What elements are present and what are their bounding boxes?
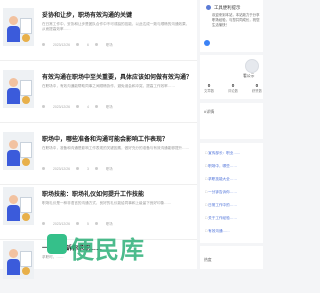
notice-body: 欢迎来到本站，本站致力于分享职场经验，与您共同成长，祝您生活愉快！ bbox=[212, 13, 260, 27]
eye-icon bbox=[75, 105, 79, 108]
tag-icon bbox=[94, 43, 98, 46]
list-item[interactable]: 妥协和让步，职场有效沟通的关键 在日常工作中，妥协和让步是团队合作中不可或缺的技… bbox=[0, 0, 197, 61]
article-date: 2023/12/26 bbox=[53, 221, 70, 226]
article-date: 2023/12/26 bbox=[53, 166, 70, 171]
article-meta: 2023/12/26 3 职场 bbox=[42, 166, 192, 171]
tag-icon bbox=[94, 222, 98, 225]
eye-icon bbox=[75, 43, 79, 46]
article-title[interactable]: 妥协和让步，职场有效沟通的关键 bbox=[42, 10, 194, 19]
tag-icon bbox=[94, 167, 98, 170]
eye-icon bbox=[75, 222, 79, 225]
article-excerpt: 在职场中，有效沟通能帮助同事之间顺畅协作，避免误会和冲突，提高工作效率…… bbox=[42, 84, 175, 88]
article-thumbnail[interactable] bbox=[3, 8, 34, 46]
tag-box: #详情 bbox=[200, 103, 263, 139]
article-category[interactable]: 职场 bbox=[106, 104, 113, 109]
sidebar: 工具便利提示 欢迎来到本站，本站致力于分享职场经验，与您共同成长，祝您生活愉快！… bbox=[200, 0, 263, 269]
article-views: 4 bbox=[86, 104, 89, 109]
sidebar-link[interactable]: 日常工作中的…… bbox=[205, 203, 261, 208]
notice-title: 工具便利提示 bbox=[214, 5, 241, 10]
avatar[interactable] bbox=[245, 59, 259, 73]
sidebar-link[interactable]: 宣传部长：职业…… bbox=[205, 151, 261, 156]
calendar-icon bbox=[42, 222, 45, 225]
user-stats: 0 文章数 0 评论数 0 获赞数 bbox=[204, 83, 262, 93]
sidebar-link[interactable]: 有效沟通…… bbox=[205, 229, 261, 234]
article-list: 妥协和让步，职场有效沟通的关键 在日常工作中，妥协和让步是团队合作中不可或缺的技… bbox=[0, 0, 197, 279]
sidebar-link[interactable]: 一分钟告诉你…… bbox=[205, 190, 261, 195]
article-views: 5 bbox=[86, 221, 89, 226]
article-thumbnail[interactable] bbox=[3, 241, 34, 279]
related-links: 宣传部长：职业…… 职场中，哪些…… 求职技能大全…… 一分钟告诉你…… 日常工… bbox=[200, 143, 263, 243]
eye-icon bbox=[75, 167, 79, 170]
info-icon bbox=[206, 5, 211, 10]
list-item[interactable]: 职场中，哪些准备和沟通可能会影响工作表现？ 在职场中，准备和沟通是影响工作表现的… bbox=[0, 124, 197, 185]
article-category[interactable]: 职场 bbox=[106, 221, 113, 226]
article-meta: 2023/12/26 5 职场 bbox=[42, 221, 192, 226]
sidebar-link[interactable]: 职场中，哪些…… bbox=[205, 164, 261, 169]
article-title[interactable]: 职场技能：职场礼仪如何提升工作技能 bbox=[42, 189, 194, 198]
user-name[interactable]: 看公示 bbox=[243, 74, 254, 79]
calendar-icon bbox=[42, 105, 45, 108]
article-title[interactable]: 有效沟通在职场中至关重要，具体应该如何做有效沟通？ bbox=[42, 72, 194, 81]
article-views: 6 bbox=[86, 42, 89, 47]
tag-icon bbox=[94, 105, 98, 108]
stat-likes: 0 获赞数 bbox=[251, 83, 262, 93]
stat-articles: 0 文章数 bbox=[204, 83, 215, 93]
calendar-icon bbox=[42, 43, 45, 46]
watermark-logo bbox=[47, 234, 67, 254]
article-excerpt: 在职场中，准备和沟通是影响工作表现的关键因素，做好充分的准备与有效沟通能够提升…… bbox=[42, 146, 190, 150]
article-excerpt: 在日常工作中，妥协和让步是团队合作中不可或缺的技能，以此达成一致与顺畅的沟通效果… bbox=[42, 22, 190, 31]
watermark: 便民库 bbox=[70, 237, 145, 264]
article-views: 3 bbox=[86, 166, 89, 171]
list-item[interactable]: 有效沟通在职场中至关重要，具体应该如何做有效沟通？ 在职场中，有效沟通能帮助同事… bbox=[0, 62, 197, 123]
article-meta: 2023/12/26 4 职场 bbox=[42, 104, 192, 109]
article-title[interactable]: 职场中，哪些准备和沟通可能会影响工作表现？ bbox=[42, 134, 194, 143]
tag-box-label[interactable]: #详情 bbox=[204, 109, 214, 115]
article-category[interactable]: 职场 bbox=[106, 42, 113, 47]
article-meta: 2023/12/26 6 职场 bbox=[42, 42, 192, 47]
stat-comments: 0 评论数 bbox=[227, 83, 239, 93]
profile-card: 看公示 0 文章数 0 评论数 0 获赞数 bbox=[200, 55, 263, 99]
sidebar-link[interactable]: 求职技能大全…… bbox=[205, 177, 261, 182]
article-thumbnail[interactable] bbox=[3, 187, 34, 225]
notice-panel: 工具便利提示 欢迎来到本站，本站致力于分享职场经验，与您共同成长，祝您生活愉快！ bbox=[200, 0, 263, 52]
article-excerpt: 职场礼仪是一种非语言的沟通方式，良好的礼仪能给同事和上级留下良好印象…… bbox=[42, 201, 172, 205]
calendar-icon bbox=[42, 167, 45, 170]
article-date: 2023/12/26 bbox=[53, 42, 70, 47]
close-icon[interactable] bbox=[204, 40, 210, 46]
article-date: 2023/12/26 bbox=[53, 104, 70, 109]
article-category[interactable]: 职场 bbox=[106, 166, 113, 171]
article-thumbnail[interactable] bbox=[3, 132, 34, 170]
hot-box: 热度 bbox=[200, 246, 263, 269]
article-thumbnail[interactable] bbox=[3, 70, 34, 108]
sidebar-link[interactable]: 关于工作经验…… bbox=[205, 216, 261, 221]
hot-box-label: 热度 bbox=[204, 258, 212, 262]
